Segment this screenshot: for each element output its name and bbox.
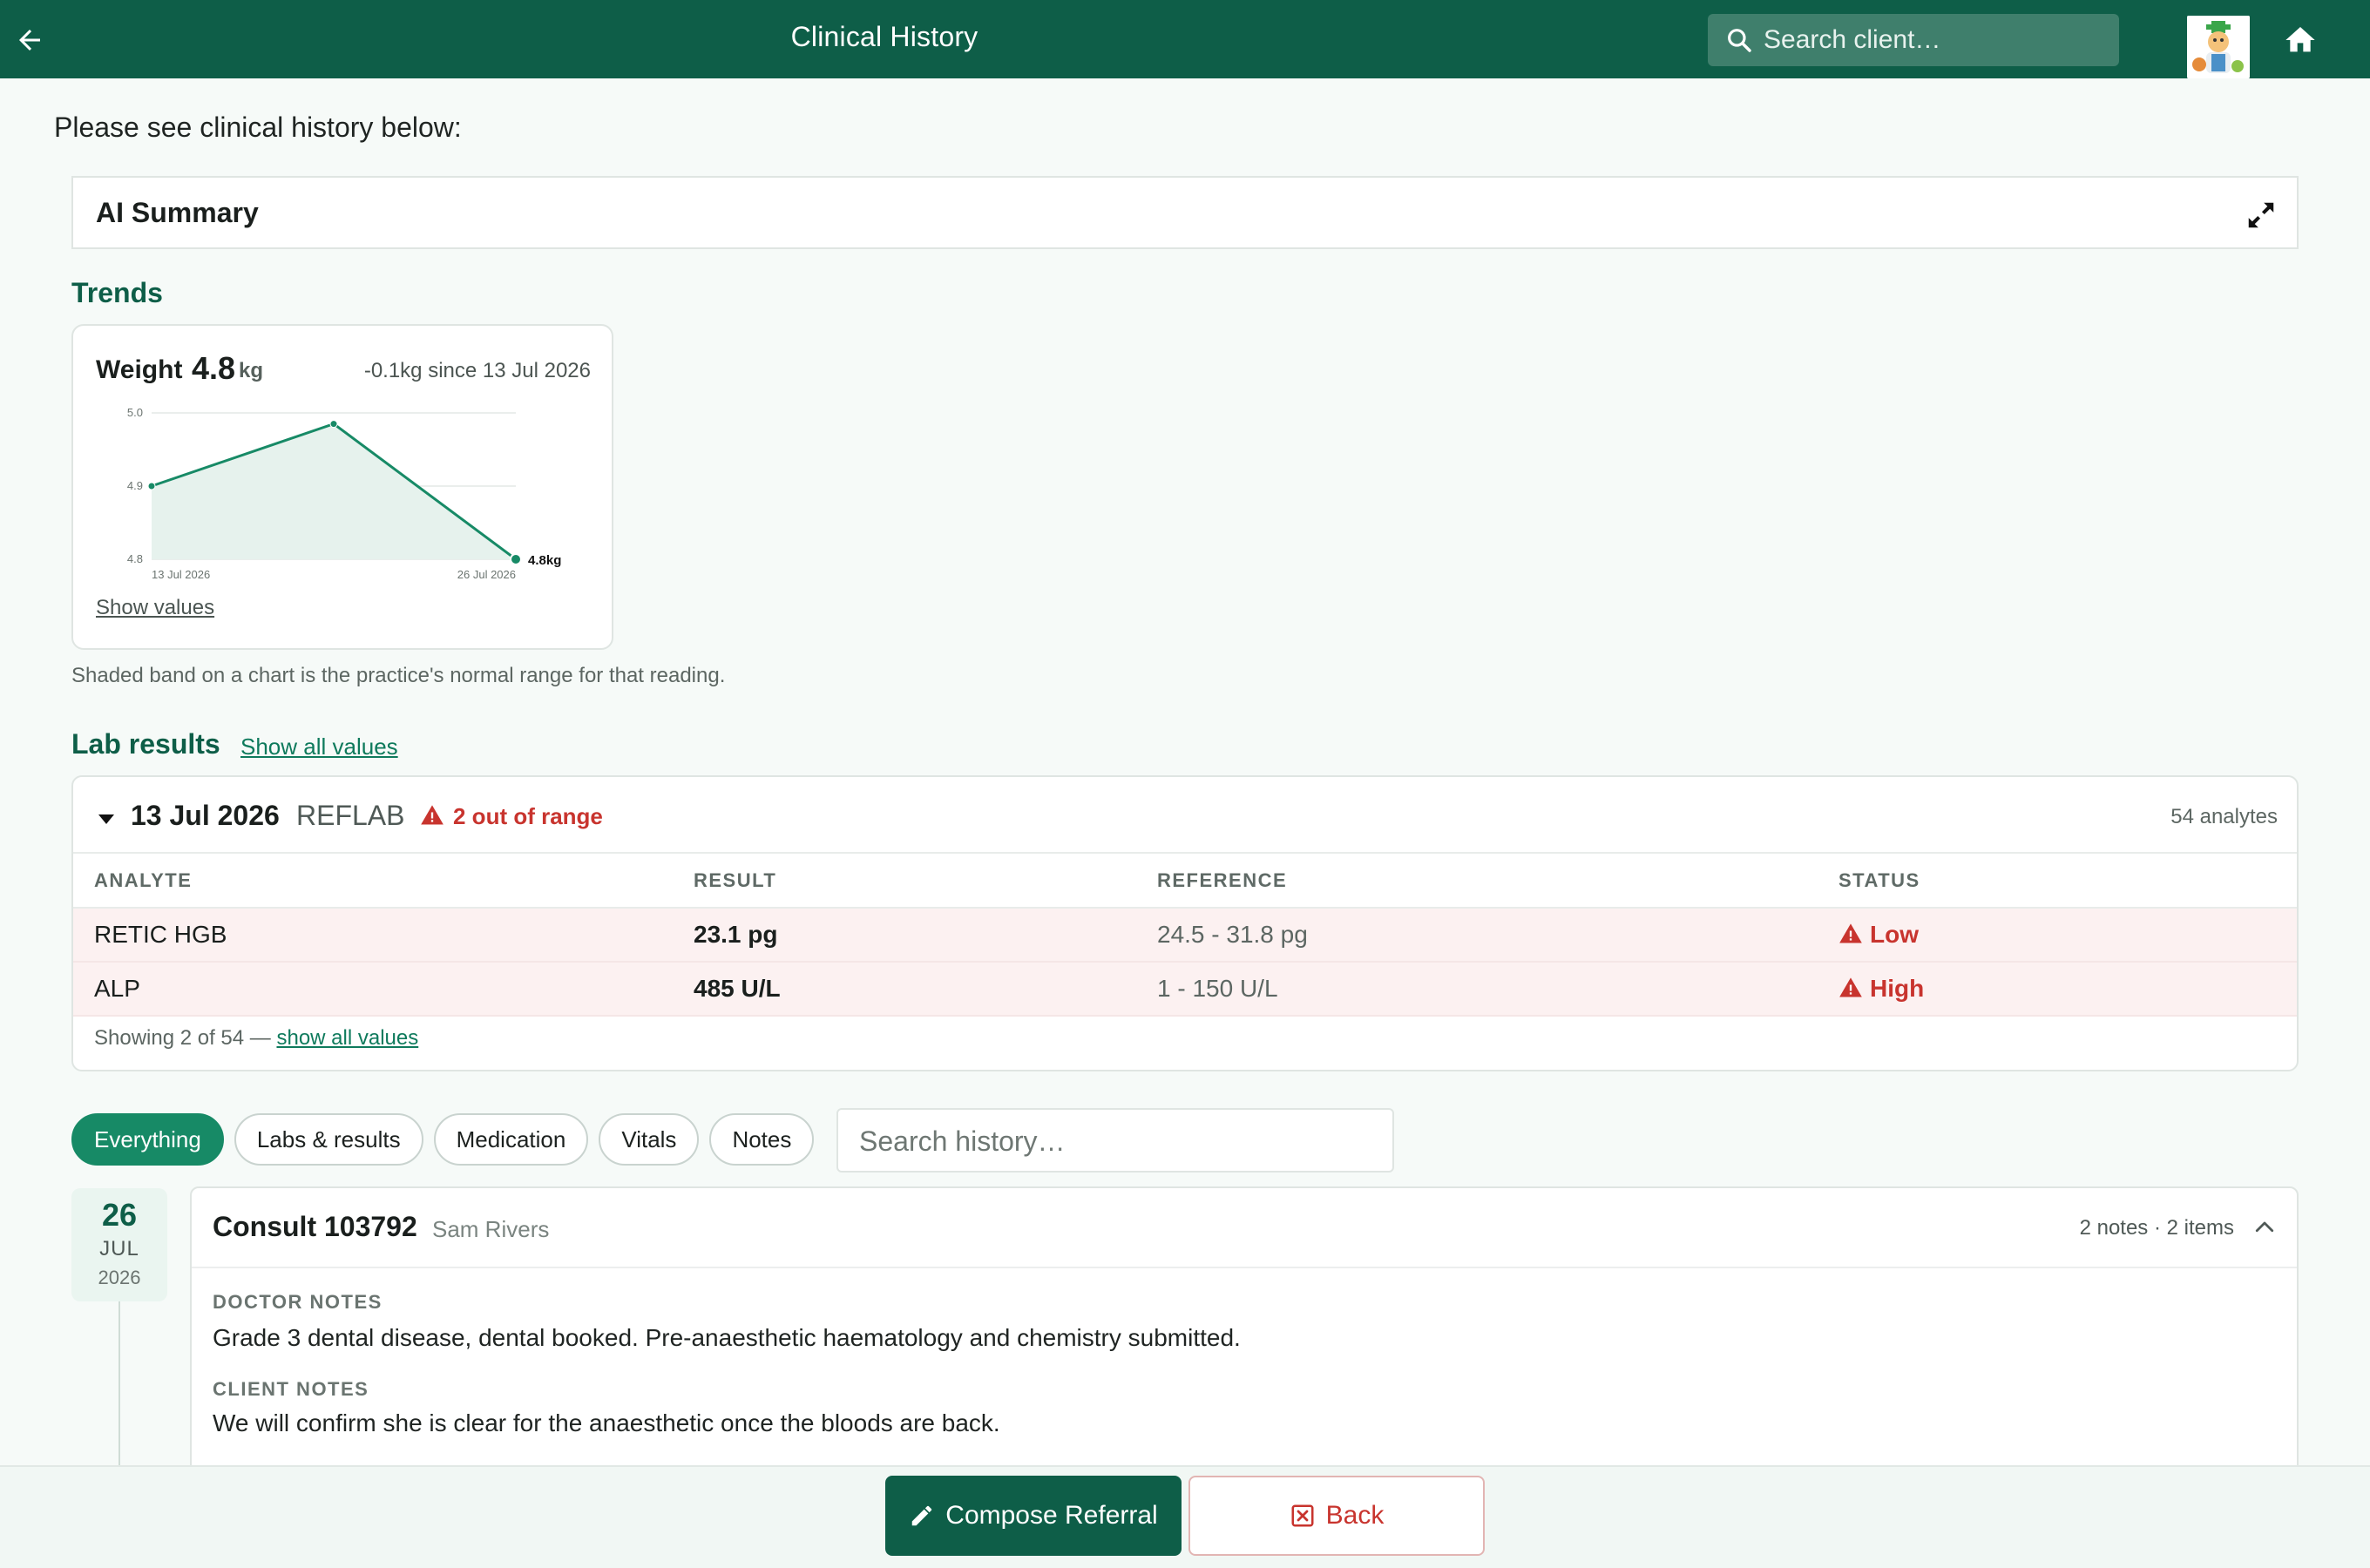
- back-label: Back: [1325, 1501, 1385, 1530]
- timeline-year: 2026: [98, 1267, 141, 1288]
- reference-cell: 24.5 - 31.8 pg: [1157, 908, 1838, 963]
- doctor-notes-label: DOCTOR NOTES: [213, 1291, 383, 1313]
- pencil-icon: [912, 1505, 932, 1526]
- warning-icon: [1839, 923, 1862, 943]
- column-header: RESULT: [694, 854, 1157, 909]
- lab-panel-source: REFLAB: [296, 800, 405, 831]
- weight-chart: 5.0 4.9 4.8 4.8kg 13 Jul 2026 26 Jul 2026: [127, 406, 561, 581]
- chip-medication[interactable]: Medication: [433, 1113, 589, 1166]
- timeline-month: JUL: [99, 1237, 139, 1260]
- table-row[interactable]: ALP 485 U/L 1 - 150 U/L High: [73, 962, 2297, 1017]
- show-all-values-inline-link[interactable]: show all values: [276, 1026, 418, 1050]
- status-label: High: [1870, 975, 1925, 1002]
- show-all-values-link[interactable]: Show all values: [240, 733, 398, 760]
- search-icon: [1728, 29, 1751, 52]
- data-point: [510, 553, 522, 565]
- trends-title: Trends: [71, 277, 163, 308]
- column-header: ANALYTE: [73, 854, 694, 909]
- app-header: Clinical History: [0, 0, 2370, 78]
- close-box-icon: [1291, 1504, 1314, 1527]
- result-cell: 23.1 pg: [694, 908, 1157, 963]
- x-tick-label: 26 Jul 2026: [457, 568, 516, 581]
- vet-avatar-icon: [2187, 16, 2250, 78]
- lab-table: ANALYTE RESULT REFERENCE STATUS RETIC HG…: [73, 854, 2297, 1017]
- doctor-notes-text: Grade 3 dental disease, dental booked. P…: [213, 1324, 1241, 1351]
- status-cell: High: [1838, 962, 2297, 1017]
- ai-summary-panel[interactable]: AI Summary: [71, 176, 2299, 249]
- showing-text: Showing 2 of 54 —: [94, 1026, 271, 1050]
- status-cell: Low: [1838, 908, 2297, 963]
- client-notes-text: We will confirm she is clear for the ana…: [213, 1409, 1000, 1436]
- show-values-link[interactable]: Show values: [96, 596, 214, 620]
- action-footer: Compose Referral Back: [0, 1465, 2370, 1568]
- chip-everything[interactable]: Everything: [71, 1113, 224, 1166]
- client-search[interactable]: [1708, 14, 2119, 66]
- consult-author: Sam Rivers: [432, 1216, 550, 1242]
- lab-panel: 13 Jul 2026 REFLAB 2 out of range 54 ana…: [71, 775, 2299, 1071]
- column-header: STATUS: [1838, 854, 2297, 909]
- consult-title: Consult 103792: [213, 1211, 417, 1242]
- data-point: [329, 420, 338, 429]
- analyte-cell: ALP: [73, 962, 694, 1017]
- divider: [192, 1267, 2297, 1268]
- trends-footnote: Shaded band on a chart is the practice's…: [71, 664, 726, 687]
- end-value-label: 4.8kg: [528, 553, 561, 568]
- table-header-row: ANALYTE RESULT REFERENCE STATUS: [73, 854, 2297, 909]
- chip-vitals[interactable]: Vitals: [599, 1113, 700, 1166]
- timeline-date-badge: 26 JUL 2026: [71, 1188, 167, 1301]
- caret-down-icon[interactable]: [96, 808, 117, 829]
- compose-referral-label: Compose Referral: [945, 1501, 1158, 1530]
- page-title: Clinical History: [790, 21, 978, 52]
- status-label: Low: [1870, 921, 1919, 948]
- expand-icon[interactable]: [2245, 199, 2278, 232]
- home-icon[interactable]: [2283, 23, 2318, 57]
- warning-icon: [421, 805, 444, 825]
- data-point: [147, 482, 156, 490]
- lab-results-title: Lab results: [71, 728, 220, 760]
- chip-labs-results[interactable]: Labs & results: [234, 1113, 423, 1166]
- lab-panel-date: 13 Jul 2026: [131, 800, 280, 831]
- analyte-cell: RETIC HGB: [73, 908, 694, 963]
- timeline-line: [118, 1301, 120, 1476]
- history-filter-chips: Everything Labs & results Medication Vit…: [71, 1113, 815, 1166]
- avatar[interactable]: [2187, 16, 2250, 78]
- result-cell: 485 U/L: [694, 962, 1157, 1017]
- consult-card[interactable]: Consult 103792 Sam Rivers 2 notes · 2 it…: [190, 1186, 2299, 1500]
- history-search-input[interactable]: [859, 1122, 1373, 1160]
- reference-cell: 1 - 150 U/L: [1157, 962, 1838, 1017]
- ai-summary-label: AI Summary: [96, 197, 259, 228]
- column-header: REFERENCE: [1157, 854, 1838, 909]
- consult-counts: 2 notes · 2 items: [2079, 1216, 2234, 1240]
- showing-summary: Showing 2 of 54 — show all values: [94, 1026, 418, 1051]
- weight-trend-card: Weight 4.8 kg -0.1kg since 13 Jul 2026 5…: [71, 324, 613, 650]
- compose-referral-button[interactable]: Compose Referral: [885, 1476, 1182, 1556]
- out-of-range-badge: 2 out of range: [453, 803, 603, 829]
- analyte-count: 54 analytes: [2170, 805, 2278, 828]
- x-tick-label: 13 Jul 2026: [152, 568, 210, 581]
- back-button[interactable]: Back: [1188, 1476, 1485, 1556]
- normal-range-area: [152, 423, 516, 559]
- table-row[interactable]: RETIC HGB 23.1 pg 24.5 - 31.8 pg Low: [73, 908, 2297, 963]
- chevron-up-icon[interactable]: [2252, 1214, 2278, 1240]
- y-tick-label: 4.9: [127, 479, 143, 492]
- y-tick-label: 5.0: [127, 406, 143, 419]
- client-notes-label: CLIENT NOTES: [213, 1378, 369, 1400]
- warning-icon: [1839, 977, 1862, 997]
- client-search-input[interactable]: [1764, 21, 2103, 59]
- history-search[interactable]: [836, 1108, 1394, 1173]
- intro-text: Please see clinical history below:: [54, 112, 462, 143]
- timeline-day: 26: [101, 1197, 138, 1233]
- chip-notes[interactable]: Notes: [709, 1113, 815, 1166]
- y-tick-label: 4.8: [127, 552, 143, 565]
